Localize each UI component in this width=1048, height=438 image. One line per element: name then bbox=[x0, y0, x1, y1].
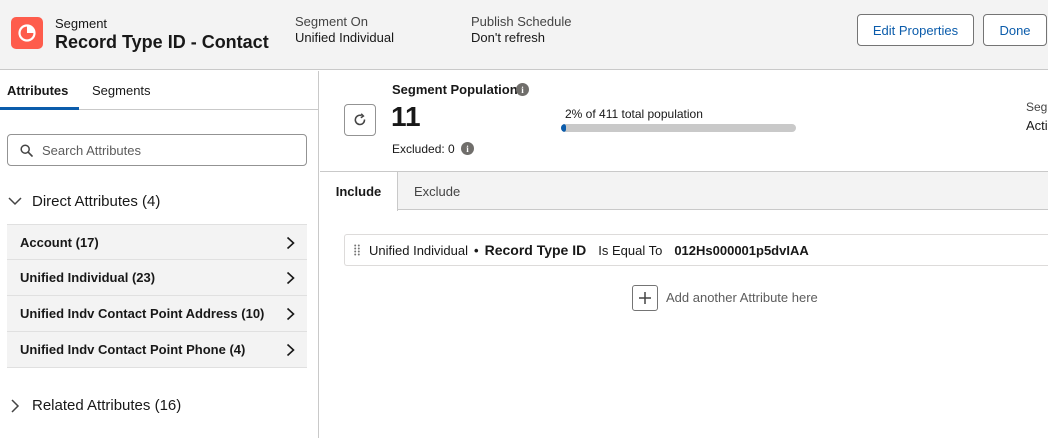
related-attributes-heading: Related Attributes (16) bbox=[32, 397, 182, 414]
chevron-right-icon bbox=[286, 271, 295, 285]
info-icon[interactable]: i bbox=[516, 83, 529, 96]
population-count: 11 bbox=[391, 101, 421, 132]
chevron-right-icon bbox=[286, 343, 295, 357]
attribute-item-label: Unified Indv Contact Point Phone (4) bbox=[20, 342, 246, 357]
tab-exclude[interactable]: Exclude bbox=[414, 184, 460, 199]
add-attribute-label[interactable]: Add another Attribute here bbox=[666, 290, 818, 305]
segment-status-label: Segm bbox=[1026, 100, 1048, 114]
active-tab-indicator bbox=[0, 107, 79, 110]
attribute-item-contact-point-address[interactable]: Unified Indv Contact Point Address (10) bbox=[7, 296, 307, 332]
segment-status-value: Acti bbox=[1026, 118, 1048, 133]
excluded-count: Excluded: 0 bbox=[392, 142, 455, 156]
direct-attributes-toggle[interactable]: Direct Attributes (4) bbox=[8, 193, 160, 210]
attribute-item-unified-individual[interactable]: Unified Individual (23) bbox=[7, 260, 307, 296]
segment-on-value: Unified Individual bbox=[295, 30, 395, 45]
search-icon bbox=[20, 144, 33, 157]
direct-attributes-heading: Direct Attributes (4) bbox=[32, 193, 161, 210]
page-title: Record Type ID - Contact bbox=[55, 32, 269, 52]
info-icon[interactable]: i bbox=[461, 142, 474, 155]
attribute-item-label: Unified Indv Contact Point Address (10) bbox=[20, 306, 265, 321]
chevron-right-icon bbox=[11, 398, 20, 413]
attribute-item-account[interactable]: Account (17) bbox=[7, 224, 307, 260]
tab-segments[interactable]: Segments bbox=[92, 83, 151, 98]
chevron-down-icon bbox=[8, 197, 22, 206]
search-box[interactable] bbox=[7, 134, 307, 166]
page-header: Segment Record Type ID - Contact Segment… bbox=[0, 0, 1048, 70]
chevron-right-icon bbox=[286, 307, 295, 321]
attribute-item-label: Account (17) bbox=[20, 234, 99, 250]
refresh-icon bbox=[354, 113, 366, 126]
related-attributes-toggle[interactable]: Related Attributes (16) bbox=[8, 397, 181, 414]
record-type-label: Segment bbox=[55, 16, 108, 31]
drag-handle-icon[interactable] bbox=[354, 244, 360, 256]
segment-pie-icon bbox=[11, 17, 43, 49]
search-input[interactable] bbox=[40, 135, 300, 165]
tab-attributes[interactable]: Attributes bbox=[7, 83, 68, 98]
filter-tabs: Include Exclude bbox=[320, 171, 1048, 211]
criteria-operator: Is Equal To bbox=[598, 242, 663, 258]
criteria-value: 012Hs000001p5dvIAA bbox=[674, 242, 809, 258]
population-percent-text: 2% of 411 total population bbox=[565, 107, 703, 121]
filter-criteria-row[interactable]: Unified Individual • Record Type ID Is E… bbox=[344, 234, 1048, 266]
segment-on-label: Segment On bbox=[295, 14, 368, 29]
library-tabs: Attributes Segments bbox=[0, 71, 319, 110]
publish-schedule-value: Don't refresh bbox=[471, 30, 546, 45]
criteria-separator: • bbox=[474, 242, 479, 258]
refresh-button[interactable] bbox=[344, 104, 376, 136]
population-progress-bar bbox=[561, 124, 796, 132]
done-button[interactable]: Done bbox=[983, 14, 1047, 46]
criteria-field: Record Type ID bbox=[484, 242, 587, 258]
attribute-item-contact-point-phone[interactable]: Unified Indv Contact Point Phone (4) bbox=[7, 332, 307, 368]
criteria-object: Unified Individual bbox=[369, 242, 469, 258]
direct-attributes-list: Account (17) Unified Individual (23) Uni… bbox=[7, 224, 307, 368]
add-attribute-button[interactable] bbox=[632, 285, 658, 311]
edit-properties-button[interactable]: Edit Properties bbox=[857, 14, 974, 46]
plus-icon bbox=[639, 292, 651, 304]
attribute-item-label: Unified Individual (23) bbox=[20, 270, 156, 285]
attribute-library-panel: Attributes Segments Direct Attributes (4… bbox=[0, 71, 319, 438]
population-progress-fill bbox=[561, 124, 566, 132]
publish-schedule-label: Publish Schedule bbox=[471, 14, 572, 29]
tab-include[interactable]: Include bbox=[320, 171, 398, 211]
chevron-right-icon bbox=[286, 236, 295, 250]
segment-population-title: Segment Population bbox=[392, 82, 518, 97]
